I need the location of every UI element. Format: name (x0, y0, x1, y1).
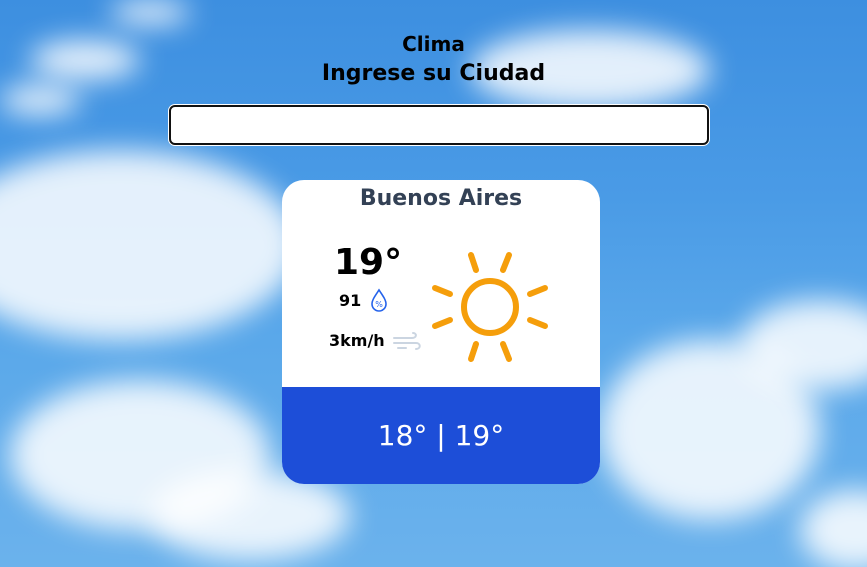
city-name: Buenos Aires (359, 186, 523, 211)
city-search-input[interactable] (169, 105, 709, 145)
sun-icon (430, 250, 550, 374)
page-header: Clima Ingrese su Ciudad (0, 30, 867, 90)
svg-text:%: % (375, 300, 383, 309)
search-prompt: Ingrese su Ciudad (321, 61, 546, 86)
wind-speed: 3km/h (329, 331, 385, 350)
temperature: 19° (334, 242, 403, 283)
weather-card: Buenos Aires 19° 91 % 3km/h 18° | 19° (282, 180, 600, 484)
humidity-drop-icon: % (370, 288, 388, 316)
page-title: Clima (402, 32, 465, 56)
wind-icon (392, 332, 422, 356)
temperature-range: 18° | 19° (282, 387, 600, 484)
humidity-value: 91 (339, 291, 362, 310)
